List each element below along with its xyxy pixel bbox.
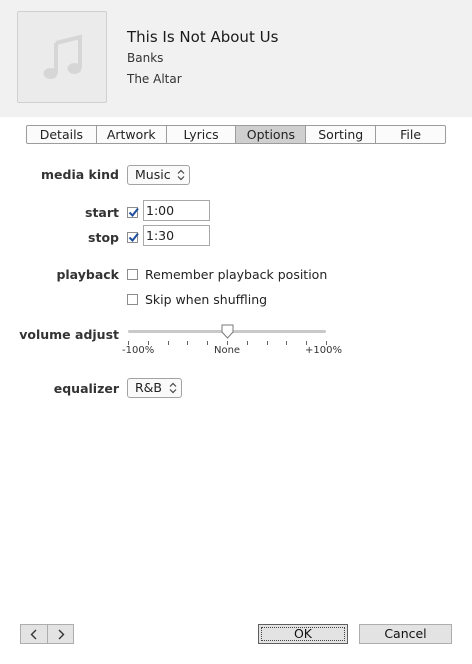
focus-ring — [261, 627, 345, 641]
stop-label: stop — [88, 230, 119, 245]
chevron-left-icon — [30, 629, 37, 640]
volume-min-label: -100% — [122, 345, 155, 356]
media-kind-select[interactable]: Music — [127, 165, 190, 185]
song-album: The Altar — [127, 72, 182, 86]
track-header: This Is Not About Us Banks The Altar — [0, 0, 472, 117]
stop-checkbox[interactable] — [127, 232, 139, 243]
volume-tick — [286, 341, 287, 345]
chevron-right-icon — [58, 629, 64, 640]
equalizer-value: R&B — [135, 380, 163, 395]
next-track-button[interactable] — [46, 625, 74, 643]
start-label: start — [85, 205, 119, 220]
skip-shuffling-label: Skip when shuffling — [145, 292, 268, 307]
volume-tick — [207, 341, 208, 345]
tab-sorting[interactable]: Sorting — [305, 126, 375, 143]
equalizer-select[interactable]: R&B — [127, 378, 182, 398]
volume-adjust-label: volume adjust — [19, 327, 119, 342]
volume-tick — [267, 341, 268, 345]
tab-options[interactable]: Options — [235, 126, 306, 143]
song-title: This Is Not About Us — [127, 28, 279, 46]
info-tabs: Details Artwork Lyrics Options Sorting F… — [26, 125, 446, 144]
tab-artwork[interactable]: Artwork — [95, 126, 166, 143]
cancel-button[interactable]: Cancel — [359, 624, 452, 644]
stop-time-field[interactable]: 1:30 — [143, 225, 210, 246]
checkmark-icon — [128, 207, 139, 218]
checkmark-icon — [128, 232, 139, 243]
volume-mid-label: None — [214, 345, 241, 356]
track-navigation — [20, 624, 74, 644]
equalizer-label: equalizer — [53, 381, 119, 396]
media-kind-label: media kind — [41, 167, 119, 182]
volume-max-label: +100% — [305, 345, 342, 356]
remember-position-checkbox[interactable] — [127, 269, 138, 280]
music-note-icon — [43, 34, 82, 79]
updown-chevron-icon — [177, 169, 185, 181]
skip-shuffling-checkbox[interactable] — [127, 294, 138, 305]
playback-label: playback — [56, 267, 119, 282]
tab-lyrics[interactable]: Lyrics — [165, 126, 236, 143]
updown-chevron-icon — [169, 382, 177, 394]
start-time-field[interactable]: 1:00 — [143, 200, 210, 221]
tab-details[interactable]: Details — [27, 126, 96, 143]
volume-slider-thumb[interactable] — [221, 324, 234, 340]
ok-button[interactable]: OK — [258, 624, 348, 644]
song-artist: Banks — [127, 51, 164, 65]
volume-tick — [187, 341, 188, 345]
media-kind-value: Music — [135, 167, 171, 182]
volume-tick — [247, 341, 248, 345]
remember-position-label: Remember playback position — [145, 267, 328, 282]
tab-file[interactable]: File — [375, 126, 445, 143]
previous-track-button[interactable] — [21, 625, 47, 643]
start-checkbox[interactable] — [127, 207, 139, 218]
volume-tick — [168, 341, 169, 345]
album-artwork[interactable] — [17, 11, 107, 103]
